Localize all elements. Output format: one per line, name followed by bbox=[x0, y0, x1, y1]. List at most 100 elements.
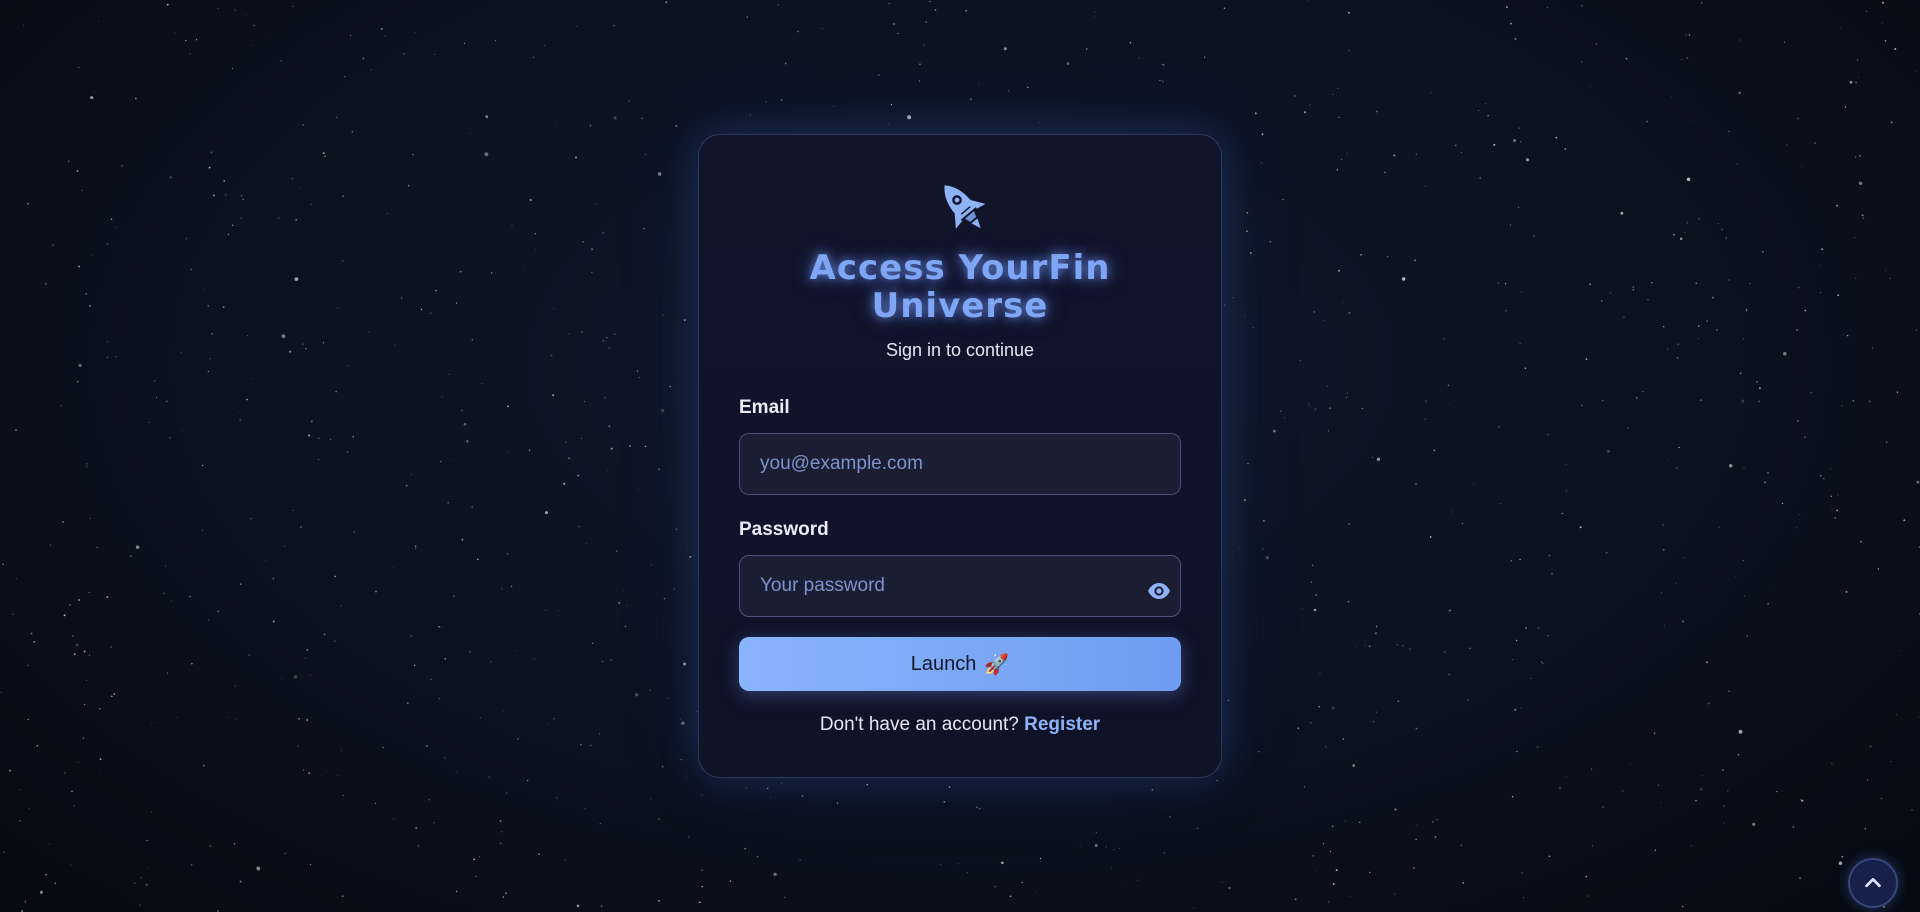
star bbox=[1564, 148, 1567, 150]
star bbox=[488, 776, 490, 778]
star bbox=[1890, 121, 1893, 124]
launch-button[interactable]: Launch 🚀 bbox=[739, 637, 1181, 691]
star bbox=[1799, 798, 1801, 801]
star bbox=[394, 344, 396, 346]
star bbox=[16, 578, 18, 580]
star bbox=[658, 818, 660, 821]
star bbox=[1548, 855, 1551, 858]
star bbox=[1299, 359, 1301, 361]
star bbox=[528, 449, 531, 451]
star bbox=[227, 233, 229, 235]
star bbox=[1864, 828, 1866, 830]
star bbox=[351, 131, 353, 133]
login-card: Access YourFin Universe Sign in to conti… bbox=[698, 134, 1222, 778]
star bbox=[1706, 661, 1708, 664]
star bbox=[601, 660, 604, 663]
star bbox=[1742, 559, 1744, 561]
star bbox=[1415, 727, 1418, 730]
star bbox=[1756, 381, 1758, 383]
star bbox=[164, 565, 167, 567]
star bbox=[471, 339, 474, 341]
email-field[interactable] bbox=[739, 433, 1181, 495]
star bbox=[1332, 93, 1334, 95]
star bbox=[1449, 609, 1452, 612]
star bbox=[281, 334, 286, 339]
star bbox=[1261, 133, 1264, 136]
star bbox=[135, 545, 140, 549]
eye-icon[interactable] bbox=[1147, 579, 1171, 603]
star bbox=[463, 42, 466, 44]
star bbox=[298, 187, 300, 189]
star bbox=[463, 422, 467, 426]
star bbox=[344, 76, 346, 78]
star bbox=[387, 212, 389, 214]
star bbox=[1163, 851, 1166, 854]
star bbox=[1548, 554, 1551, 557]
star bbox=[606, 337, 608, 339]
register-prompt: Don't have an account? Register bbox=[699, 714, 1221, 736]
star bbox=[1137, 879, 1139, 881]
star bbox=[1095, 832, 1097, 834]
star bbox=[1252, 326, 1254, 328]
star bbox=[610, 447, 613, 450]
star bbox=[1461, 152, 1462, 154]
star bbox=[1841, 855, 1844, 858]
star bbox=[484, 152, 489, 157]
star bbox=[337, 307, 339, 309]
password-field[interactable] bbox=[739, 555, 1181, 617]
star bbox=[81, 189, 83, 192]
star bbox=[234, 9, 237, 11]
star bbox=[673, 588, 676, 590]
star bbox=[957, 863, 959, 865]
star bbox=[413, 664, 416, 667]
star bbox=[765, 101, 768, 103]
star bbox=[501, 588, 503, 590]
star bbox=[1462, 522, 1463, 524]
star bbox=[1565, 490, 1567, 492]
star bbox=[1830, 468, 1832, 470]
star bbox=[75, 643, 79, 647]
star bbox=[1262, 548, 1264, 550]
star bbox=[495, 40, 496, 42]
star bbox=[1105, 846, 1107, 848]
star bbox=[1718, 526, 1720, 528]
star bbox=[420, 308, 423, 311]
star bbox=[1516, 750, 1518, 753]
star bbox=[544, 609, 547, 611]
star bbox=[148, 421, 150, 423]
star bbox=[1610, 292, 1612, 294]
star bbox=[1297, 727, 1300, 730]
star bbox=[1540, 661, 1543, 663]
star bbox=[1415, 153, 1417, 155]
star bbox=[69, 604, 71, 606]
star bbox=[1280, 410, 1282, 412]
star bbox=[429, 312, 432, 314]
star bbox=[1786, 144, 1788, 146]
star bbox=[223, 179, 226, 182]
star bbox=[1803, 436, 1806, 439]
star bbox=[324, 155, 327, 158]
star bbox=[563, 482, 566, 485]
star bbox=[1394, 893, 1396, 895]
scroll-to-top-button[interactable] bbox=[1848, 858, 1898, 908]
star bbox=[1849, 80, 1853, 84]
star bbox=[1397, 700, 1400, 703]
star bbox=[622, 589, 624, 591]
star bbox=[514, 650, 516, 652]
star bbox=[517, 737, 520, 740]
star bbox=[239, 880, 242, 883]
register-link[interactable]: Register bbox=[1024, 714, 1100, 735]
star bbox=[148, 867, 149, 869]
star bbox=[1500, 503, 1502, 505]
star bbox=[1473, 483, 1475, 485]
star bbox=[766, 787, 769, 790]
star bbox=[438, 697, 440, 699]
star bbox=[478, 856, 481, 858]
star bbox=[430, 679, 432, 681]
star bbox=[529, 198, 532, 201]
star bbox=[635, 693, 639, 697]
star bbox=[1841, 404, 1843, 407]
star bbox=[686, 777, 688, 779]
star bbox=[1915, 70, 1917, 72]
star bbox=[1565, 776, 1568, 778]
